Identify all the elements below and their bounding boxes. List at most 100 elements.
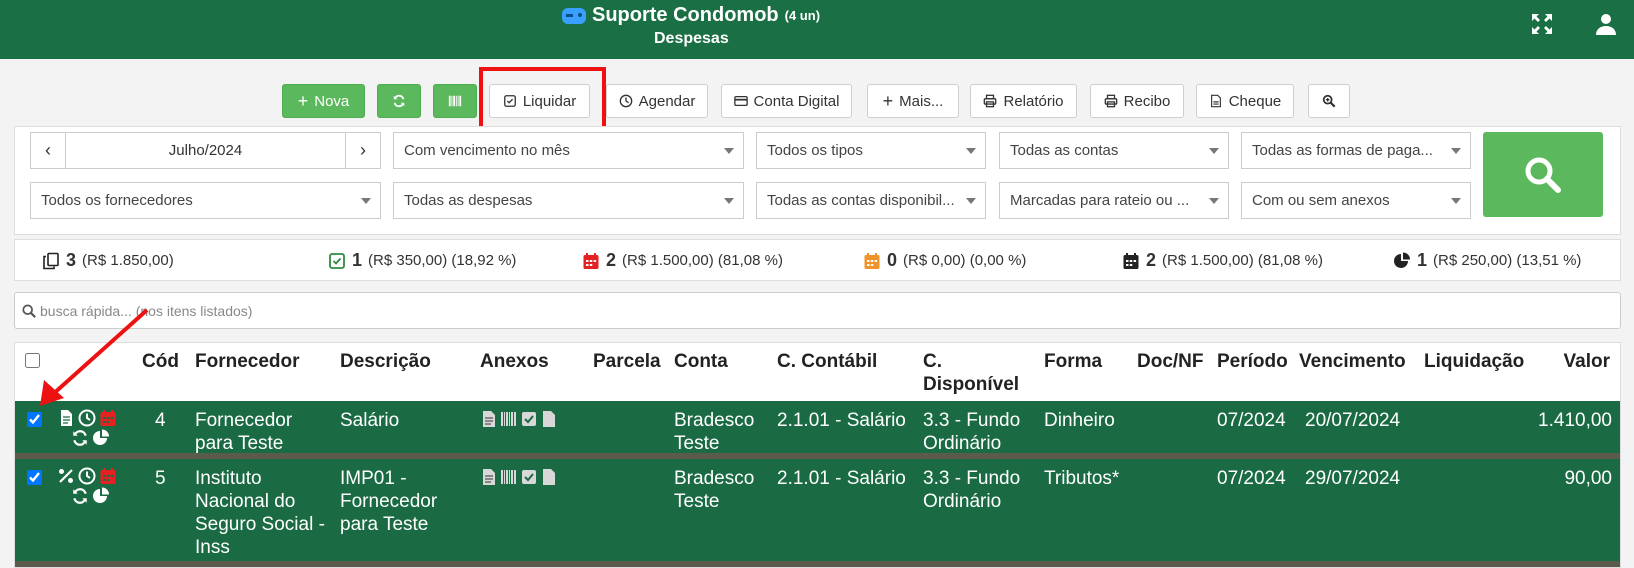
cell-line: Bradesco [674, 468, 755, 489]
contas-select[interactable]: Todas as contas [999, 132, 1229, 169]
liquidar-button[interactable]: Liquidar [489, 84, 590, 118]
vencimento-value: Com vencimento no mês [404, 142, 570, 159]
cheque-button[interactable]: Cheque [1196, 84, 1294, 118]
caret-down-icon [1209, 148, 1219, 154]
percent-icon[interactable] [57, 467, 75, 485]
barcode-icon[interactable] [501, 410, 517, 428]
header-cod[interactable]: Cód [142, 350, 179, 373]
summary-agendadas[interactable]: 2 (R$ 1.500,00) (81,08 %) [1122, 250, 1323, 271]
barcode-icon[interactable] [501, 468, 517, 486]
caret-down-icon [724, 148, 734, 154]
header-anexos[interactable]: Anexos [480, 350, 549, 373]
disponiveis-select[interactable]: Todas as contas disponibil... [756, 182, 986, 219]
recibo-button[interactable]: Recibo [1090, 84, 1184, 118]
search-button[interactable] [1483, 132, 1603, 217]
formas-select[interactable]: Todas as formas de paga... [1241, 132, 1471, 169]
row-checkbox[interactable] [27, 470, 42, 485]
formas-value: Todas as formas de paga... [1252, 142, 1433, 159]
cheque-label: Cheque [1228, 92, 1282, 110]
select-all-checkbox[interactable] [25, 353, 40, 368]
copy-icon [43, 252, 59, 269]
calendar-red-icon[interactable] [99, 467, 117, 485]
calendar-red-icon [583, 252, 599, 269]
document-icon[interactable] [57, 409, 75, 427]
header-fornecedor[interactable]: Fornecedor [195, 350, 300, 373]
prev-month-button[interactable]: ‹ [31, 133, 66, 168]
clock-icon[interactable] [78, 467, 96, 485]
file-icon[interactable] [541, 410, 557, 428]
search-icon [22, 304, 36, 318]
header-contabil[interactable]: C. Contábil [777, 350, 877, 373]
clock-icon[interactable] [78, 409, 96, 427]
cell-descricao: IMP01 - Fornecedor para Teste [340, 467, 437, 536]
header-descricao[interactable]: Descrição [340, 350, 431, 373]
cell-conta: Bradesco Teste [674, 409, 754, 455]
header-valor[interactable]: Valor [1564, 350, 1610, 373]
row-action-icons [71, 487, 110, 505]
header-parcela[interactable]: Parcela [593, 350, 661, 373]
calendar-orange-icon [864, 252, 880, 269]
agendar-button[interactable]: Agendar [606, 84, 708, 118]
summary-a-vencer[interactable]: 0 (R$ 0,00) (0,00 %) [863, 250, 1026, 271]
header-disponivel[interactable]: C. Disponível [923, 350, 1019, 396]
summary-liquidadas[interactable]: 1 (R$ 350,00) (18,92 %) [328, 250, 516, 271]
header-vencimento[interactable]: Vencimento [1299, 350, 1406, 373]
table-row[interactable]: 4 Fornecedor para Teste Salário Bradesco… [15, 401, 1620, 459]
document-lines-icon[interactable] [481, 410, 497, 428]
despesas-select[interactable]: Todas as despesas [393, 182, 744, 219]
refresh-icon[interactable] [71, 487, 89, 505]
rateio-select[interactable]: Marcadas para rateio ou ... [999, 182, 1229, 219]
header-periodo[interactable]: Período [1217, 350, 1288, 373]
header-liquidacao[interactable]: Liquidação [1424, 350, 1524, 373]
calendar-red-icon[interactable] [99, 409, 117, 427]
cell-line: Instituto [195, 468, 262, 489]
summary-vencidas[interactable]: 2 (R$ 1.500,00) (81,08 %) [582, 250, 783, 271]
file-icon[interactable] [541, 468, 557, 486]
caret-down-icon [1209, 198, 1219, 204]
mais-label: Mais... [899, 92, 944, 110]
header-docnf[interactable]: Doc/NF [1137, 350, 1204, 373]
barcode-button[interactable] [433, 84, 477, 118]
conta-digital-button[interactable]: Conta Digital [721, 84, 852, 118]
check-square-icon[interactable] [521, 410, 537, 428]
pie-chart-icon[interactable] [92, 487, 110, 505]
table-row[interactable]: 5 Instituto Nacional do Seguro Social - … [15, 459, 1620, 567]
anexos-select[interactable]: Com ou sem anexos [1241, 182, 1471, 219]
page-title: Despesas [654, 30, 729, 47]
mais-button[interactable]: + Mais... [867, 84, 959, 118]
rateio-value: Marcadas para rateio ou ... [1010, 192, 1190, 209]
check-square-icon [329, 252, 345, 269]
cell-line: Teste [674, 491, 720, 512]
refresh-button[interactable] [377, 84, 421, 118]
zoom-in-icon [1322, 94, 1336, 108]
check-square-icon[interactable] [521, 468, 537, 486]
header-conta[interactable]: Conta [674, 350, 728, 373]
summary-total[interactable]: 3 (R$ 1.850,00) [42, 250, 174, 271]
summary-amount: (R$ 0,00) (0,00 %) [903, 252, 1027, 269]
month-label[interactable]: Julho/2024 [66, 133, 345, 168]
vencimento-select[interactable]: Com vencimento no mês [393, 132, 744, 169]
next-month-button[interactable]: › [345, 133, 380, 168]
document-lines-icon[interactable] [481, 468, 497, 486]
zoom-button[interactable] [1308, 84, 1350, 118]
summary-rateio[interactable]: 1 (R$ 250,00) (13,51 %) [1393, 250, 1581, 271]
quick-search-input[interactable] [40, 293, 1610, 328]
pie-chart-icon[interactable] [92, 429, 110, 447]
print-icon [1104, 94, 1117, 108]
cell-line: Nacional do [195, 491, 296, 512]
nova-button[interactable]: + Nova [282, 84, 365, 118]
top-bar: Suporte Condomob (4 un) Despesas [0, 0, 1634, 59]
fullscreen-icon[interactable] [1530, 12, 1554, 36]
refresh-icon[interactable] [71, 429, 89, 447]
header-forma[interactable]: Forma [1044, 350, 1102, 373]
plus-icon: + [882, 91, 894, 111]
cell-cod: 4 [155, 410, 166, 431]
row-checkbox[interactable] [27, 412, 42, 427]
tipos-select[interactable]: Todos os tipos [756, 132, 986, 169]
units-count: (4 un) [784, 8, 821, 23]
cell-line: Inss [195, 537, 230, 558]
relatorio-button[interactable]: Relatório [970, 84, 1077, 118]
fornecedores-select[interactable]: Todos os fornecedores [30, 182, 381, 219]
user-icon[interactable] [1594, 12, 1618, 36]
cell-line: IMP01 - [340, 468, 407, 489]
